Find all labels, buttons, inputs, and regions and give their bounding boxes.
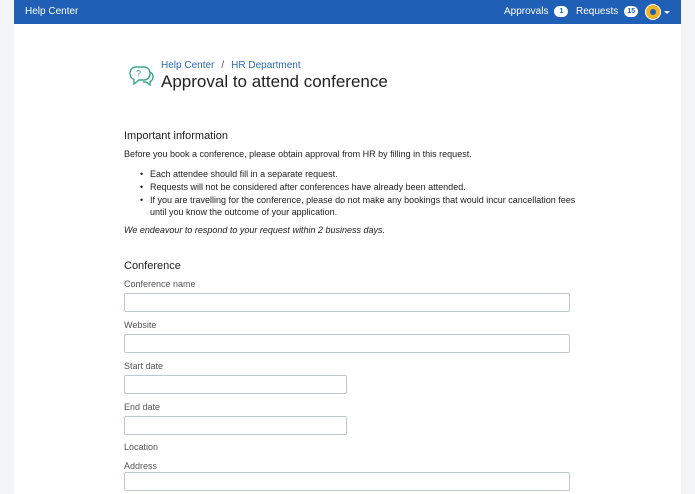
help-center-chat-icon: ? (129, 66, 154, 87)
info-intro: Before you book a conference, please obt… (124, 149, 472, 159)
requests-label: Requests (576, 6, 619, 17)
breadcrumb-separator: / (221, 60, 225, 71)
end-date-label: End date (124, 402, 161, 412)
start-date-input[interactable] (124, 375, 347, 394)
list-item: If you are travelling for the conference… (140, 194, 580, 220)
request-form-card: ? Help Center / HR Department Approval to … (14, 24, 681, 494)
avatar (645, 4, 661, 20)
website-label: Website (124, 320, 157, 330)
approvals-count-badge: 1 (554, 6, 569, 17)
chevron-down-icon (664, 10, 670, 14)
user-profile-menu[interactable] (645, 4, 670, 20)
response-time-note: We endeavour to respond to your request … (124, 225, 385, 235)
info-heading: Important information (124, 130, 228, 142)
address-label: Address (124, 461, 158, 471)
approvals-label: Approvals (504, 6, 549, 17)
requests-count-badge: 15 (624, 6, 639, 17)
end-date-input[interactable] (124, 416, 347, 435)
top-navigation-bar: Help Center Approvals 1 Requests 15 (14, 0, 681, 24)
page-title: Approval to attend conference (161, 72, 388, 91)
list-item: Each attendee should fill in a separate … (140, 168, 580, 181)
requests-link[interactable]: Requests 15 (576, 6, 639, 17)
start-date-label: Start date (124, 361, 164, 371)
website-input[interactable] (124, 334, 570, 353)
breadcrumb: Help Center / HR Department (161, 60, 301, 71)
info-bullet-list: Each attendee should fill in a separate … (140, 168, 580, 220)
breadcrumb-help-center[interactable]: Help Center (161, 60, 214, 71)
help-center-link[interactable]: Help Center (25, 6, 78, 17)
svg-text:?: ? (136, 69, 141, 79)
breadcrumb-hr-department[interactable]: HR Department (231, 60, 300, 71)
approvals-link[interactable]: Approvals 1 (504, 6, 569, 17)
location-label: Location (124, 442, 159, 452)
list-item: Requests will not be considered after co… (140, 181, 580, 194)
conference-section-heading: Conference (124, 260, 181, 272)
conference-name-label: Conference name (124, 279, 196, 289)
conference-name-input[interactable] (124, 293, 570, 312)
address-input[interactable] (124, 472, 570, 491)
